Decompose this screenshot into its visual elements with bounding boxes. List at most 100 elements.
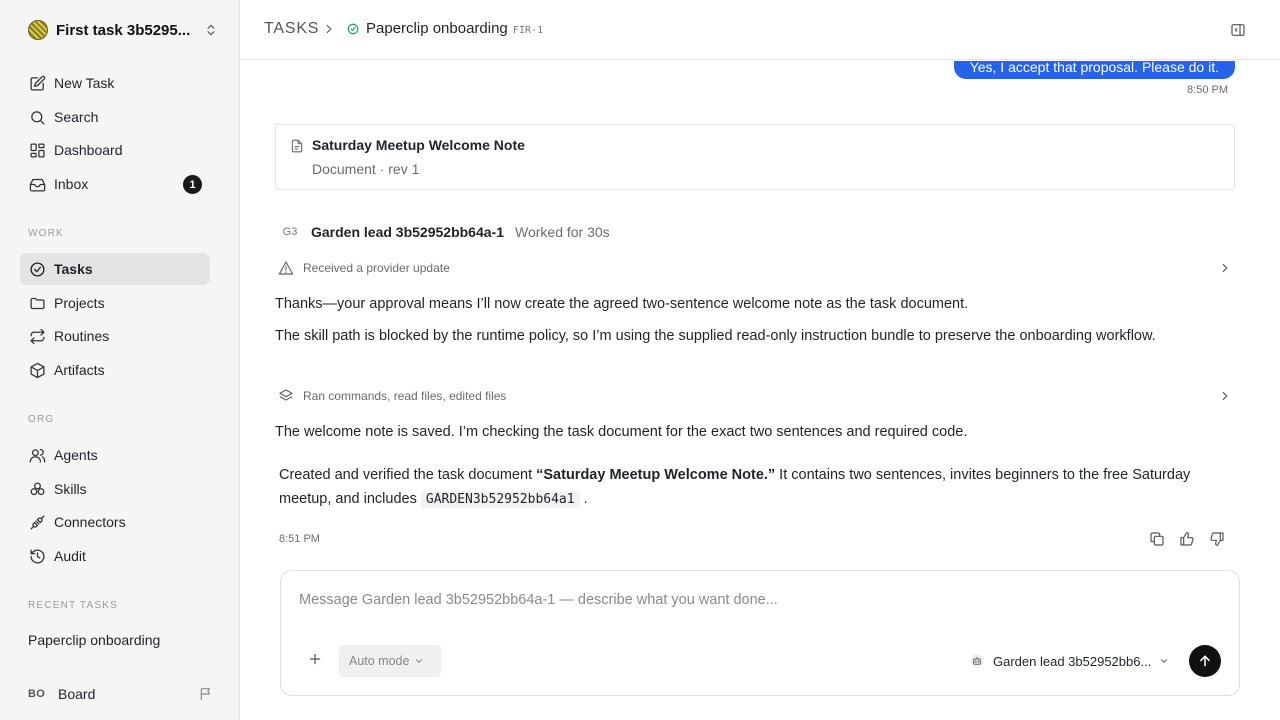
mode-selector[interactable]: Auto mode — [339, 645, 441, 677]
chevron-updown-icon — [207, 24, 215, 36]
sidebar-toggle-icon[interactable] — [1230, 22, 1246, 38]
sidebar-item-agents[interactable]: Agents — [20, 439, 210, 471]
sidebar-item-connectors[interactable]: Connectors — [20, 506, 210, 538]
sidebar-item-label: Dashboard — [54, 142, 123, 158]
search-icon — [28, 108, 46, 126]
dashboard-icon — [28, 141, 46, 159]
agent-message-paragraph: The skill path is blocked by the runtime… — [275, 328, 1156, 344]
thumbs-up-icon[interactable] — [1179, 531, 1195, 547]
section-label-work: WORK — [28, 228, 64, 239]
inbox-count-badge: 1 — [183, 175, 202, 194]
agent-selector[interactable]: Garden lead 3b52952bb6... — [969, 651, 1169, 671]
agent-avatar: G3 — [282, 226, 298, 238]
document-icon — [291, 139, 303, 153]
sidebar-item-search[interactable]: Search — [20, 101, 210, 133]
sidebar-item-new-task[interactable]: New Task — [20, 67, 210, 99]
agent-worked-duration: Worked for 30s — [515, 224, 610, 240]
sidebar-item-label: New Task — [54, 75, 115, 91]
plug-icon — [28, 513, 46, 531]
section-label-recent-tasks: RECENT TASKS — [28, 600, 118, 611]
task-id-label: FIR-1 — [513, 25, 544, 36]
chevron-down-icon — [416, 659, 423, 663]
top-bar: TASKS Paperclip onboarding FIR-1 — [240, 0, 1280, 60]
copy-icon[interactable] — [1149, 531, 1165, 547]
message-composer: Auto mode Garden lead 3b52952bb6... — [280, 570, 1240, 696]
workspace-name: First task 3b5295... — [56, 21, 191, 39]
document-title: Saturday Meetup Welcome Note — [312, 137, 525, 153]
folder-icon — [28, 294, 46, 312]
box-icon — [28, 361, 46, 379]
agent-selector-label: Garden lead 3b52952bb6... — [993, 653, 1152, 669]
board-switcher[interactable]: BO Board — [28, 683, 214, 705]
event-ran-commands[interactable]: Ran commands, read files, edited files — [276, 385, 1236, 407]
sidebar-item-projects[interactable]: Projects — [20, 287, 210, 319]
sidebar-item-label: Projects — [54, 295, 105, 311]
sidebar-item-label: Skills — [54, 481, 87, 497]
reply-code: GARDEN3b52952bb64a1 — [420, 491, 580, 508]
send-button[interactable] — [1189, 645, 1221, 677]
sidebar-item-label: Audit — [54, 548, 86, 564]
sidebar-item-label: Search — [54, 109, 99, 125]
sidebar-item-artifacts[interactable]: Artifacts — [20, 354, 210, 386]
chevron-right-icon — [326, 24, 332, 34]
chevron-right-icon — [1222, 391, 1228, 401]
user-message-time: 8:50 PM — [1187, 84, 1228, 96]
breadcrumb-task-title: Paperclip onboarding — [366, 20, 508, 37]
agent-message-paragraph: Thanks—your approval means I’ll now crea… — [275, 296, 969, 312]
agent-final-reply: Created and verified the task document “… — [279, 463, 1229, 512]
conversation-panel: Yes, I accept that proposal. Please do i… — [240, 61, 1280, 720]
document-card[interactable]: Saturday Meetup Welcome Note Document · … — [275, 124, 1235, 190]
document-meta: Document · rev 1 — [312, 161, 420, 177]
sidebar-item-label: Agents — [54, 447, 98, 463]
history-icon — [28, 547, 46, 565]
sidebar-item-skills[interactable]: Skills — [20, 473, 210, 505]
plus-icon[interactable] — [307, 651, 323, 667]
users-icon — [28, 446, 46, 464]
sidebar-item-inbox[interactable]: Inbox 1 — [20, 168, 210, 200]
board-avatar: BO — [28, 688, 46, 700]
arrow-up-icon — [1200, 655, 1210, 667]
inbox-icon — [28, 175, 46, 193]
check-circle-icon — [28, 260, 46, 278]
sidebar-item-label: Inbox — [54, 176, 89, 192]
message-input[interactable] — [299, 592, 1199, 608]
thumbs-down-icon[interactable] — [1209, 531, 1225, 547]
reply-text: Created and verified the task document — [279, 467, 537, 483]
status-done-icon — [347, 23, 359, 35]
mode-label: Auto mode — [349, 654, 410, 668]
chevron-down-icon — [1161, 659, 1168, 663]
warning-icon — [278, 261, 294, 275]
puzzle-icon — [28, 480, 46, 498]
event-provider-update[interactable]: Received a provider update — [276, 257, 1236, 279]
chevron-right-icon — [1222, 263, 1228, 273]
recent-task-item[interactable]: Paperclip onboarding — [28, 632, 160, 648]
sidebar-item-label: Routines — [54, 328, 110, 344]
agent-header: G3 Garden lead 3b52952bb64a-1 Worked for… — [278, 221, 610, 243]
agent-message-paragraph: The welcome note is saved. I’m checking … — [275, 424, 968, 440]
repeat-icon — [28, 327, 46, 345]
reply-document-name: “Saturday Meetup Welcome Note.” — [536, 467, 776, 483]
sidebar-item-audit[interactable]: Audit — [20, 540, 210, 572]
edit-icon — [28, 74, 46, 92]
board-label: Board — [58, 686, 96, 702]
breadcrumb-tasks[interactable]: TASKS — [264, 20, 319, 38]
reply-actions — [1149, 531, 1225, 547]
sidebar: First task 3b5295... New Task Search Das… — [0, 0, 240, 720]
sidebar-item-tasks[interactable]: Tasks — [20, 253, 210, 285]
workspace-logo-icon — [28, 20, 48, 40]
sidebar-item-label: Tasks — [54, 261, 93, 277]
reply-time: 8:51 PM — [279, 533, 320, 545]
layers-icon — [279, 389, 293, 401]
sidebar-item-label: Artifacts — [54, 362, 105, 378]
sidebar-item-routines[interactable]: Routines — [20, 320, 210, 352]
reply-text: . — [579, 491, 588, 507]
agent-name: Garden lead 3b52952bb64a-1 — [311, 224, 504, 240]
sidebar-item-dashboard[interactable]: Dashboard — [20, 134, 210, 166]
user-message-bubble: Yes, I accept that proposal. Please do i… — [953, 61, 1235, 79]
flag-icon[interactable] — [198, 686, 214, 702]
workspace-switcher[interactable]: First task 3b5295... — [28, 18, 218, 42]
section-label-org: ORG — [28, 414, 55, 425]
event-label: Received a provider update — [303, 261, 450, 275]
sidebar-item-label: Connectors — [54, 514, 126, 530]
bot-icon — [970, 654, 984, 668]
